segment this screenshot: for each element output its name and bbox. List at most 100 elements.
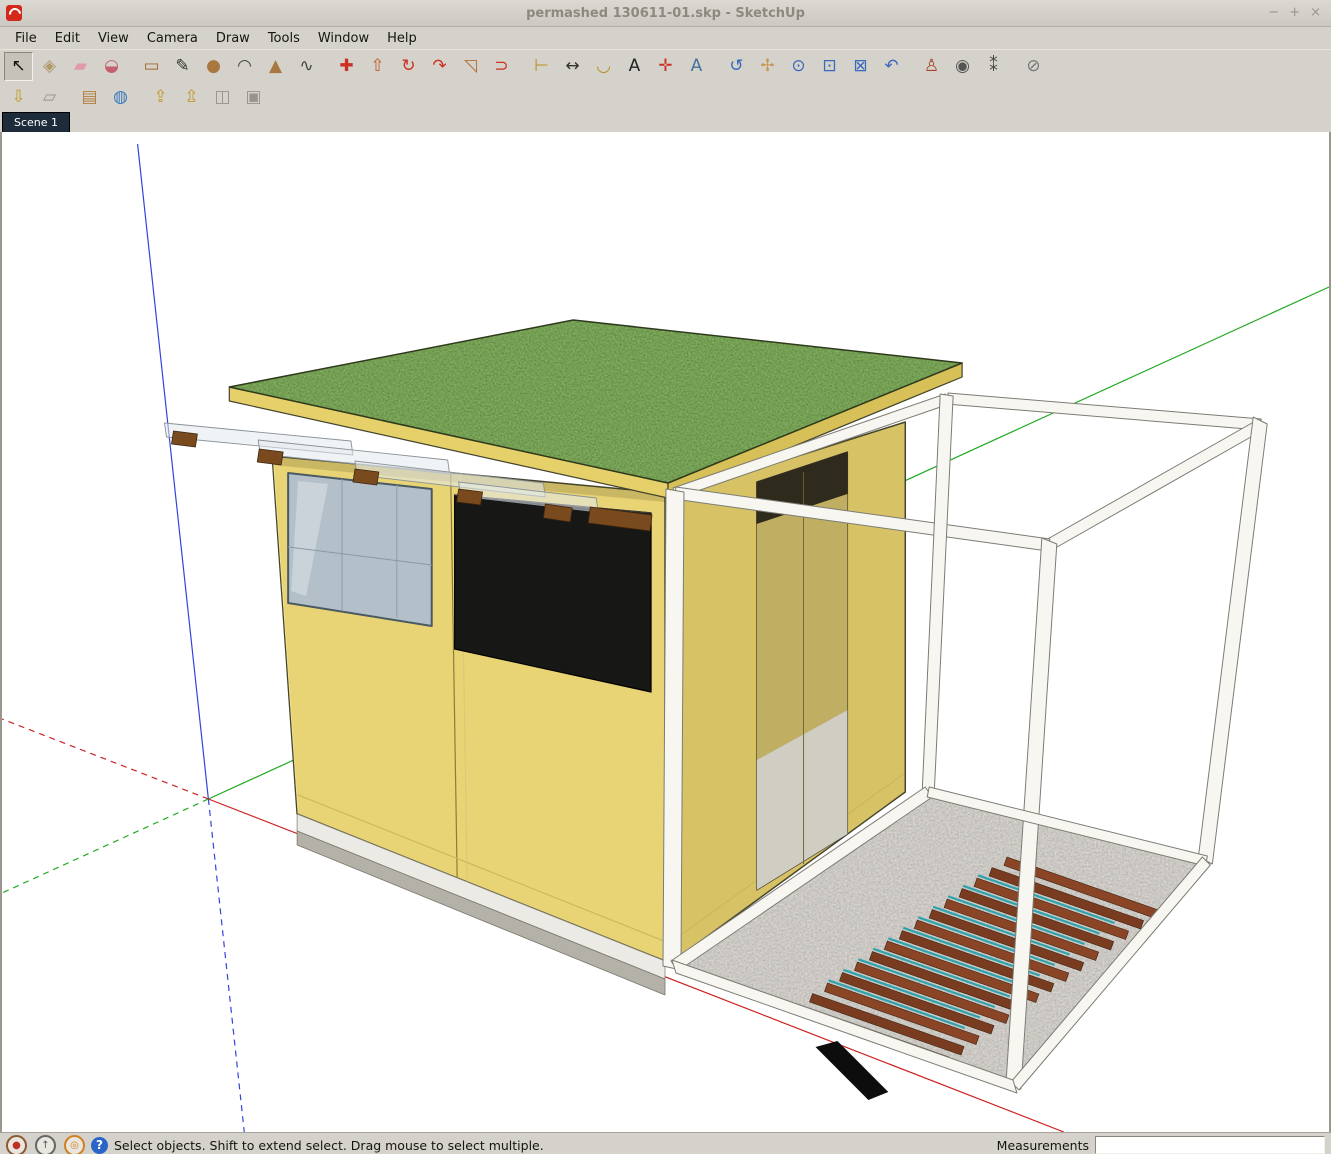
building-maker-tool-icon: ▣	[245, 89, 261, 106]
get-models-tool[interactable]: ⇪	[146, 83, 175, 112]
credits-status-icon[interactable]: ↑	[35, 1135, 56, 1154]
menu-tools[interactable]: Tools	[259, 29, 309, 48]
position-camera-tool[interactable]: ♙	[917, 52, 946, 81]
title-bar[interactable]: permashed 130611-01.skp - SketchUp − + ×	[0, 0, 1331, 27]
scale-tool[interactable]: ◹	[456, 52, 485, 81]
select-tool-icon: ↖	[11, 58, 25, 75]
measurements-input[interactable]	[1095, 1136, 1325, 1154]
offset-tool[interactable]: ⊃	[487, 52, 516, 81]
claim-status-icon[interactable]: ◎	[64, 1135, 85, 1154]
push-pull-tool[interactable]: ⇧	[363, 52, 392, 81]
pergola-beam-top-back[interactable]	[946, 393, 1261, 430]
zoom-tool[interactable]: ⊙	[784, 52, 813, 81]
viewport-frame	[0, 132, 1331, 1132]
make-component-tool-icon: ◈	[43, 58, 56, 75]
get-models-tool-icon: ⇪	[153, 89, 167, 106]
window-controls: − + ×	[1268, 5, 1331, 21]
zoom-window-tool[interactable]: ⊡	[815, 52, 844, 81]
front-window[interactable]	[288, 473, 432, 626]
measurements-label: Measurements	[997, 1138, 1089, 1153]
zoom-tool-icon: ⊙	[791, 58, 805, 75]
scene-tab-bar: Scene 1	[0, 112, 1331, 132]
zoom-extents-tool[interactable]: ⊠	[846, 52, 875, 81]
paint-bucket-tool-icon: ◒	[104, 58, 119, 75]
toggle-terrain-tool[interactable]: ▱	[35, 83, 64, 112]
eraser-tool[interactable]: ▰	[66, 52, 95, 81]
orbit-tool[interactable]: ↺	[722, 52, 751, 81]
wood-bracket	[257, 449, 283, 465]
status-help-text: Select objects. Shift to extend select. …	[114, 1138, 544, 1153]
text-tool[interactable]: A	[620, 52, 649, 81]
freehand-tool[interactable]: ∿	[292, 52, 321, 81]
menu-help[interactable]: Help	[378, 29, 426, 48]
line-tool[interactable]: ✎	[168, 52, 197, 81]
pan-tool-icon: ✢	[760, 58, 774, 75]
maximize-button[interactable]: +	[1289, 5, 1300, 21]
model-canvas[interactable]	[2, 132, 1329, 1132]
protractor-tool-icon: ◡	[596, 58, 611, 75]
help-icon[interactable]: ?	[91, 1137, 108, 1154]
arc-tool[interactable]: ◠	[230, 52, 259, 81]
axes-tool-icon: ✛	[658, 58, 672, 75]
follow-me-tool-icon: ↷	[432, 58, 446, 75]
rotate-tool-icon: ↻	[401, 58, 415, 75]
status-icons: ● ↑ ◎	[6, 1135, 85, 1154]
menu-window[interactable]: Window	[309, 29, 378, 48]
axes-tool[interactable]: ✛	[651, 52, 680, 81]
share-model-tool[interactable]: ⇫	[177, 83, 206, 112]
tape-measure-tool-icon: ⊢	[534, 58, 549, 75]
share-component-tool[interactable]: ◫	[208, 83, 237, 112]
pergola-beam-top-right[interactable]	[1046, 420, 1263, 550]
photo-textures-tool[interactable]: ▤	[75, 83, 104, 112]
3d-text-tool[interactable]: A	[682, 52, 711, 81]
window-title: permashed 130611-01.skp - SketchUp	[0, 6, 1331, 21]
previous-view-tool[interactable]: ↶	[877, 52, 906, 81]
viewport-3d[interactable]	[2, 132, 1329, 1132]
make-component-tool[interactable]: ◈	[35, 52, 64, 81]
rotate-tool[interactable]: ↻	[394, 52, 423, 81]
menu-view[interactable]: View	[89, 29, 138, 48]
walk-tool[interactable]: ⁑	[979, 52, 1008, 81]
paint-bucket-tool[interactable]: ◒	[97, 52, 126, 81]
menu-draw[interactable]: Draw	[207, 29, 259, 48]
protractor-tool[interactable]: ◡	[589, 52, 618, 81]
section-plane-tool-icon: ⊘	[1026, 58, 1040, 75]
share-model-tool-icon: ⇫	[184, 89, 198, 106]
toolbar-google: ⇩▱ ▤◍ ⇪ ⇫ ◫ ▣	[0, 82, 1331, 112]
pergola-post-front-left[interactable]	[663, 489, 684, 970]
rectangle-tool[interactable]: ▭	[137, 52, 166, 81]
arc-tool-icon: ◠	[237, 58, 252, 75]
look-around-tool[interactable]: ◉	[948, 52, 977, 81]
minimize-button[interactable]: −	[1268, 5, 1279, 21]
menu-edit[interactable]: Edit	[46, 29, 89, 48]
scale-tool-icon: ◹	[464, 58, 477, 75]
follow-me-tool[interactable]: ↷	[425, 52, 454, 81]
blue-axis-negative	[208, 799, 244, 1132]
section-plane-tool[interactable]: ⊘	[1019, 52, 1048, 81]
orbit-tool-icon: ↺	[729, 58, 743, 75]
menu-file[interactable]: File	[6, 29, 46, 48]
pergola-post-back-left[interactable]	[922, 394, 953, 794]
line-tool-icon: ✎	[175, 58, 189, 75]
circle-tool[interactable]: ●	[199, 52, 228, 81]
pergola-post-back-right[interactable]	[1198, 417, 1267, 864]
position-camera-tool-icon: ♙	[924, 58, 939, 75]
eraser-tool-icon: ▰	[74, 58, 87, 75]
dimension-tool[interactable]: ↔	[558, 52, 587, 81]
polygon-tool[interactable]: ▲	[261, 52, 290, 81]
close-button[interactable]: ×	[1310, 5, 1321, 21]
circle-tool-icon: ●	[206, 58, 221, 75]
scene-tab[interactable]: Scene 1	[2, 112, 70, 132]
move-tool[interactable]: ✚	[332, 52, 361, 81]
tape-measure-tool[interactable]: ⊢	[527, 52, 556, 81]
menu-bar: FileEditViewCameraDrawToolsWindowHelp	[0, 27, 1331, 49]
preview-in-google-earth-tool[interactable]: ◍	[106, 83, 135, 112]
menu-camera[interactable]: Camera	[138, 29, 207, 48]
get-current-view-tool[interactable]: ⇩	[4, 83, 33, 112]
geolocation-status-icon[interactable]: ●	[6, 1135, 27, 1154]
building-maker-tool[interactable]: ▣	[239, 83, 268, 112]
polygon-tool-icon: ▲	[269, 58, 282, 75]
select-tool[interactable]: ↖	[4, 52, 33, 81]
zoom-window-tool-icon: ⊡	[822, 58, 836, 75]
pan-tool[interactable]: ✢	[753, 52, 782, 81]
